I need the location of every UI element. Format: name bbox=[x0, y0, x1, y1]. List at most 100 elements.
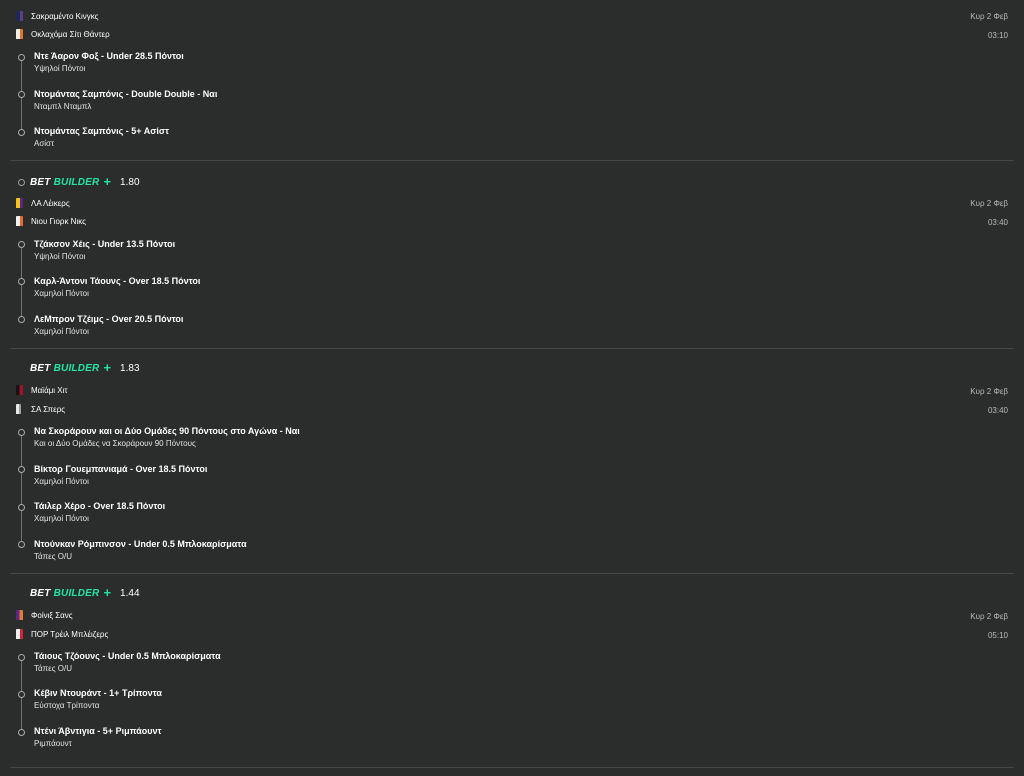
team-row: Οκλαχόμα Σίτι Θάντερ bbox=[16, 28, 110, 40]
leg-market: Ασίστ bbox=[34, 139, 55, 148]
bet-history-panel: Σακραμέντο Κινγκς Κυρ 2 Φεβ Οκλαχόμα Σίτ… bbox=[10, 0, 1014, 776]
leg-selection: Ντομάντας Σαμπόνις - Double Double - Ναι bbox=[34, 89, 218, 99]
bet-builder-header: BET BUILDER + 1.83 bbox=[18, 360, 140, 376]
timeline-line bbox=[21, 433, 22, 546]
bet-odds: 1.44 bbox=[120, 587, 140, 599]
leg-selection: Κέβιν Ντουράντ - 1+ Τρίποντα bbox=[34, 688, 162, 698]
bet-leg: Τάιλερ Χέρο - Over 18.5 Πόντοι Χαμηλοί Π… bbox=[34, 501, 165, 523]
plus-icon: + bbox=[103, 360, 112, 375]
jersey-icon bbox=[16, 404, 21, 414]
leg-market: Χαμηλοί Πόντοι bbox=[34, 289, 89, 298]
jersey-icon bbox=[16, 385, 23, 395]
jersey-icon bbox=[16, 610, 23, 620]
bet-leg: Ντομάντας Σαμπόνις - Double Double - Ναι… bbox=[34, 89, 217, 111]
leg-market: Χαμηλοί Πόντοι bbox=[34, 327, 89, 336]
team-row: Μαϊάμι Χιτ bbox=[16, 384, 68, 396]
header-dot-icon bbox=[18, 178, 25, 186]
leg-selection: ΛεΜπρον Τζέιμς - Over 20.5 Πόντοι bbox=[34, 314, 184, 324]
bet-builder-logo-bet: BET bbox=[30, 362, 51, 374]
team-name: Σακραμέντο Κινγκς bbox=[31, 11, 99, 21]
timeline-dot bbox=[18, 129, 25, 136]
timeline-dot bbox=[18, 241, 25, 248]
leg-market: Νταμπλ Νταμπλ bbox=[34, 102, 92, 111]
timeline-dot bbox=[18, 54, 25, 61]
timeline-dot bbox=[18, 729, 25, 736]
team-name: Οκλαχόμα Σίτι Θάντερ bbox=[31, 29, 110, 39]
bet-builder-header: BET BUILDER + 1.80 bbox=[18, 174, 140, 190]
plus-icon: + bbox=[103, 174, 112, 189]
bet-leg: Ντε Άαρον Φοξ - Under 28.5 Πόντοι Υψηλοί… bbox=[34, 51, 184, 73]
bet-builder-header: BET BUILDER + 1.44 bbox=[18, 585, 140, 601]
bet-builder-logo-builder: BUILDER bbox=[53, 362, 100, 374]
bet-leg: Ντομάντας Σαμπόνις - 5+ Ασίστ Ασίστ bbox=[34, 126, 169, 148]
match-time: 03:10 bbox=[987, 31, 1008, 40]
timeline-dot bbox=[18, 278, 25, 285]
jersey-icon bbox=[16, 11, 23, 21]
team-name: Μαϊάμι Χιτ bbox=[31, 385, 68, 395]
match-time: 03:40 bbox=[987, 218, 1008, 227]
bet-card: BET BUILDER + 1.83 Μαϊάμι Χιτ Κυρ 2 Φεβ … bbox=[10, 349, 1014, 574]
team-name: Νιου Γιορκ Νικς bbox=[31, 216, 86, 226]
team-name: ΠΟΡ Τρέιλ Μπλέιζερς bbox=[31, 629, 109, 639]
timeline-dot bbox=[18, 429, 25, 436]
team-row: ΠΟΡ Τρέιλ Μπλέιζερς bbox=[16, 628, 108, 640]
bet-card: BET BUILDER + 1.44 Φοίνιξ Σανς Κυρ 2 Φεβ… bbox=[10, 574, 1014, 776]
bet-leg: Βίκτορ Γουεμπανιαμά - Over 18.5 Πόντοι Χ… bbox=[34, 464, 207, 486]
leg-selection: Τζάκσον Χέις - Under 13.5 Πόντοι bbox=[34, 239, 176, 249]
leg-market: Χαμηλοί Πόντοι bbox=[34, 514, 89, 523]
leg-market: Εύστοχα Τρίποντα bbox=[34, 701, 100, 710]
bet-builder-logo-builder: BUILDER bbox=[53, 587, 100, 599]
bet-odds: 1.80 bbox=[120, 176, 140, 188]
bet-builder-logo-builder: BUILDER bbox=[53, 176, 100, 188]
leg-selection: Ντούνκαν Ρόμπινσον - Under 0.5 Μπλοκαρίσ… bbox=[34, 539, 247, 549]
leg-selection: Τάιους Τζόουνς - Under 0.5 Μπλοκαρίσματα bbox=[34, 651, 221, 661]
jersey-icon bbox=[16, 198, 23, 208]
leg-selection: Να Σκοράρουν και οι Δύο Ομάδες 90 Πόντου… bbox=[34, 426, 300, 436]
team-row: ΣΑ Σπερς bbox=[16, 403, 65, 415]
bet-odds: 1.83 bbox=[120, 362, 140, 374]
team-name: ΛΑ Λέικερς bbox=[31, 198, 70, 208]
bet-leg: Να Σκοράρουν και οι Δύο Ομάδες 90 Πόντου… bbox=[34, 426, 300, 448]
team-name: ΣΑ Σπερς bbox=[31, 404, 66, 414]
timeline-dot bbox=[18, 541, 25, 548]
leg-selection: Καρλ-Άντονι Τάουνς - Over 18.5 Πόντοι bbox=[34, 276, 201, 286]
bet-leg: Ντούνκαν Ρόμπινσον - Under 0.5 Μπλοκαρίσ… bbox=[34, 539, 247, 561]
jersey-icon bbox=[16, 29, 23, 39]
match-date: Κυρ 2 Φεβ bbox=[970, 387, 1008, 396]
timeline-dot bbox=[18, 316, 25, 323]
plus-icon: + bbox=[103, 585, 112, 600]
team-row: Σακραμέντο Κινγκς bbox=[16, 10, 99, 22]
bet-card: Σακραμέντο Κινγκς Κυρ 2 Φεβ Οκλαχόμα Σίτ… bbox=[10, 0, 1014, 161]
leg-market: Χαμηλοί Πόντοι bbox=[34, 477, 89, 486]
match-date: Κυρ 2 Φεβ bbox=[970, 199, 1008, 208]
match-date: Κυρ 2 Φεβ bbox=[970, 612, 1008, 621]
timeline-dot bbox=[18, 466, 25, 473]
bet-leg: Ντένι Άβντιγια - 5+ Ριμπάουντ Ριμπάουντ bbox=[34, 726, 162, 748]
leg-selection: Τάιλερ Χέρο - Over 18.5 Πόντοι bbox=[34, 501, 166, 511]
team-row: Νιου Γιορκ Νικς bbox=[16, 215, 86, 227]
match-date: Κυρ 2 Φεβ bbox=[970, 12, 1008, 21]
timeline-dot bbox=[18, 691, 25, 698]
jersey-icon bbox=[16, 629, 23, 639]
leg-market: Υψηλοί Πόντοι bbox=[34, 252, 86, 261]
team-row: ΛΑ Λέικερς bbox=[16, 197, 70, 209]
bet-leg: Κέβιν Ντουράντ - 1+ Τρίποντα Εύστοχα Τρί… bbox=[34, 688, 162, 710]
leg-market: Ριμπάουντ bbox=[34, 739, 72, 748]
leg-market: Τάπες O/U bbox=[34, 664, 73, 673]
leg-selection: Ντε Άαρον Φοξ - Under 28.5 Πόντοι bbox=[34, 51, 184, 61]
timeline-dot bbox=[18, 91, 25, 98]
bet-leg: ΛεΜπρον Τζέιμς - Over 20.5 Πόντοι Χαμηλο… bbox=[34, 314, 183, 336]
timeline-dot bbox=[18, 504, 25, 511]
bet-builder-logo-bet: BET bbox=[30, 587, 51, 599]
bet-card: BET BUILDER + 1.80 ΛΑ Λέικερς Κυρ 2 Φεβ … bbox=[10, 161, 1014, 348]
bet-leg: Καρλ-Άντονι Τάουνς - Over 18.5 Πόντοι Χα… bbox=[34, 276, 200, 298]
leg-selection: Βίκτορ Γουεμπανιαμά - Over 18.5 Πόντοι bbox=[34, 464, 208, 474]
timeline-dot bbox=[18, 654, 25, 661]
divider bbox=[10, 767, 1014, 768]
leg-selection: Ντένι Άβντιγια - 5+ Ριμπάουντ bbox=[34, 726, 162, 736]
leg-selection: Ντομάντας Σαμπόνις - 5+ Ασίστ bbox=[34, 126, 170, 136]
leg-market: Τάπες O/U bbox=[34, 552, 73, 561]
team-name: Φοίνιξ Σανς bbox=[31, 610, 73, 620]
leg-market: Και οι Δύο Ομάδες να Σκοράρουν 90 Πόντου… bbox=[34, 439, 196, 448]
bet-leg: Τάιους Τζόουνς - Under 0.5 Μπλοκαρίσματα… bbox=[34, 651, 221, 673]
